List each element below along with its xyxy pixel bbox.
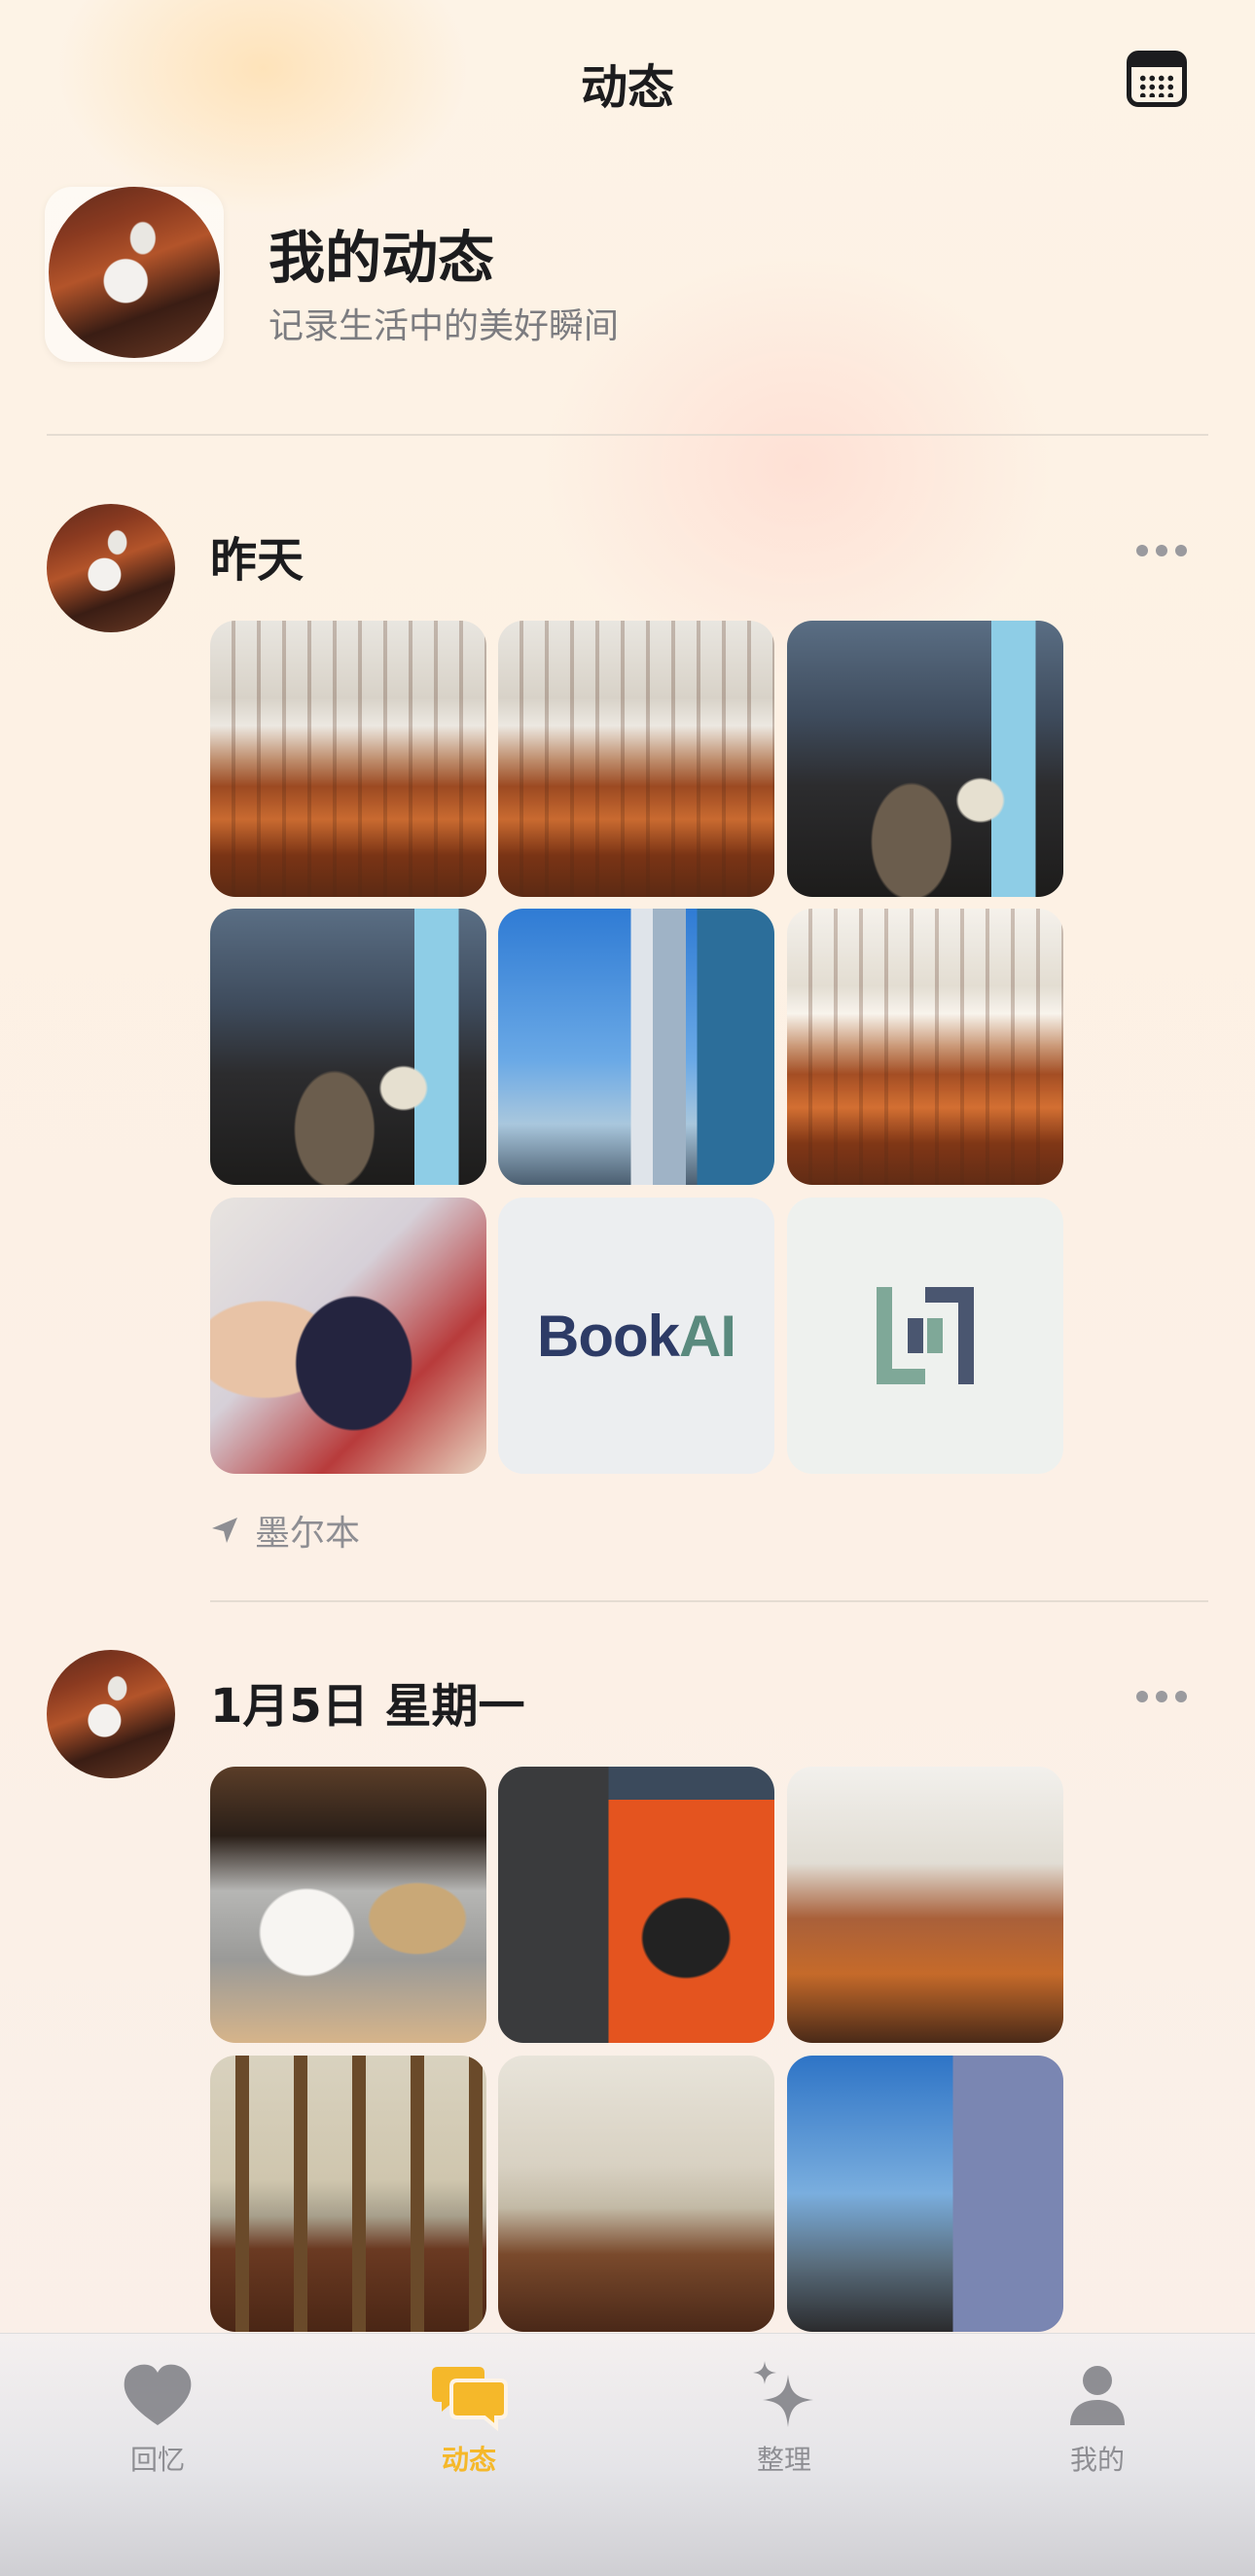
more-options-icon[interactable] bbox=[1136, 545, 1187, 558]
photo-thumbnail[interactable] bbox=[210, 621, 486, 897]
page-title: 动态 bbox=[580, 60, 674, 115]
photo-thumbnail[interactable] bbox=[210, 909, 486, 1185]
photo-thumbnail[interactable]: BookAI bbox=[498, 1198, 774, 1474]
photo-thumbnail[interactable] bbox=[210, 1198, 486, 1474]
photo-thumbnail[interactable] bbox=[498, 1767, 774, 2043]
tab-label: 整理 bbox=[756, 2444, 811, 2476]
photo-thumbnail[interactable] bbox=[787, 2056, 1063, 2332]
profile-name: 我的动态 bbox=[269, 225, 495, 291]
logo-mark-icon bbox=[877, 1287, 974, 1384]
post-date: 昨天 bbox=[210, 533, 305, 588]
heart-icon bbox=[124, 2364, 192, 2425]
avatar bbox=[47, 1650, 175, 1778]
person-icon bbox=[1070, 2366, 1125, 2425]
tab-label: 我的 bbox=[1069, 2444, 1125, 2476]
post-avatar[interactable] bbox=[47, 504, 175, 632]
post-location[interactable]: 墨尔本 bbox=[210, 1506, 360, 1555]
sparkles-icon bbox=[753, 2361, 813, 2427]
photo-thumbnail[interactable] bbox=[498, 621, 774, 897]
photo-thumbnail[interactable] bbox=[787, 621, 1063, 897]
avatar bbox=[47, 504, 175, 632]
location-label: 墨尔本 bbox=[255, 1514, 361, 1554]
tab-bar: 回忆 动态 整理 我的 bbox=[0, 2333, 1255, 2576]
calendar-icon[interactable] bbox=[1127, 51, 1187, 107]
profile-subtitle: 记录生活中的美好瞬间 bbox=[269, 306, 620, 346]
top-bar: 动态 bbox=[0, 0, 1255, 156]
photo-thumbnail[interactable] bbox=[498, 909, 774, 1185]
tab-label: 动态 bbox=[441, 2444, 496, 2476]
tab-organize[interactable]: 整理 bbox=[697, 2334, 872, 2489]
tab-label: 回忆 bbox=[129, 2444, 185, 2476]
tab-moments[interactable]: 动态 bbox=[381, 2334, 556, 2489]
post-date: 1月5日 星期一 bbox=[210, 1679, 525, 1734]
chat-bubbles-icon bbox=[432, 2367, 508, 2432]
photo-thumbnail[interactable] bbox=[787, 1767, 1063, 2043]
divider bbox=[210, 1600, 1208, 1602]
more-options-icon[interactable] bbox=[1136, 1691, 1187, 1704]
photo-thumbnail[interactable] bbox=[787, 909, 1063, 1185]
photo-thumbnail[interactable] bbox=[210, 1767, 486, 2043]
tab-memories[interactable]: 回忆 bbox=[70, 2334, 245, 2489]
photo-thumbnail[interactable] bbox=[787, 1198, 1063, 1474]
divider bbox=[47, 434, 1208, 436]
background-glow bbox=[545, 253, 1051, 681]
avatar bbox=[49, 187, 220, 358]
bookai-logo: BookAI bbox=[537, 1303, 736, 1369]
tab-me[interactable]: 我的 bbox=[1010, 2334, 1185, 2489]
post-avatar[interactable] bbox=[47, 1650, 175, 1778]
profile-avatar[interactable] bbox=[45, 187, 224, 362]
location-arrow-icon bbox=[210, 1516, 239, 1545]
photo-thumbnail[interactable] bbox=[210, 2056, 486, 2332]
photo-thumbnail[interactable] bbox=[498, 2056, 774, 2332]
